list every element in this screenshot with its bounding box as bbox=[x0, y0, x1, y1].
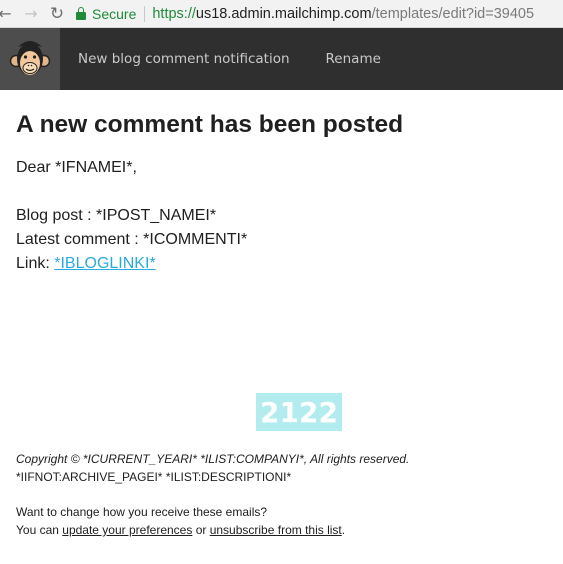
template-name-title[interactable]: New blog comment notification bbox=[78, 51, 290, 67]
link-line[interactable]: Link: *IBLOGLINKI* bbox=[16, 252, 556, 276]
url-path: /templates/edit?id=39405 bbox=[371, 5, 535, 22]
mailchimp-monkey-icon bbox=[9, 41, 51, 75]
url-scheme: https:// bbox=[152, 5, 196, 22]
rename-button[interactable]: Rename bbox=[326, 51, 381, 67]
address-bar[interactable]: https://us18.admin.mailchimp.com/templat… bbox=[152, 6, 534, 22]
logo-placeholder-image[interactable]: 2122 bbox=[256, 393, 342, 431]
archive-description-text[interactable]: *IIFNOT:ARCHIVE_PAGEI* *ILIST:DESCRIPTIO… bbox=[16, 468, 556, 486]
change-preferences-question[interactable]: Want to change how you receive these ema… bbox=[16, 503, 556, 521]
url-divider bbox=[144, 5, 146, 22]
mailchimp-logo[interactable] bbox=[0, 28, 60, 90]
update-preferences-link[interactable]: update your preferences bbox=[62, 523, 192, 537]
secure-label[interactable]: Secure bbox=[92, 6, 136, 22]
browser-toolbar: ← → ↻ Secure https://us18.admin.mailchim… bbox=[0, 0, 563, 28]
url-host: us18.admin.mailchimp.com bbox=[195, 5, 372, 22]
lock-icon[interactable] bbox=[76, 7, 86, 20]
preferences-line[interactable]: You can update your preferences or unsub… bbox=[16, 521, 556, 539]
forward-arrow-icon[interactable]: → bbox=[20, 0, 42, 28]
back-arrow-icon[interactable]: ← bbox=[0, 0, 16, 28]
copyright-text[interactable]: Copyright © *ICURRENT_YEARI* *ILIST:COMP… bbox=[16, 450, 556, 468]
link-label: Link: bbox=[16, 255, 55, 272]
latest-comment-line[interactable]: Latest comment : *ICOMMENTI* bbox=[16, 228, 556, 252]
prefs-suffix: . bbox=[341, 523, 346, 537]
blog-post-line[interactable]: Blog post : *IPOST_NAMEI* bbox=[16, 204, 556, 228]
blog-link[interactable]: *IBLOGLINKI* bbox=[54, 255, 155, 272]
prefs-or: or bbox=[192, 523, 210, 537]
email-heading[interactable]: A new comment has been posted bbox=[16, 110, 556, 140]
reload-icon[interactable]: ↻ bbox=[46, 0, 68, 28]
greeting-text[interactable]: Dear *IFNAMEI*, bbox=[16, 156, 556, 180]
email-footer: Copyright © *ICURRENT_YEARI* *ILIST:COMP… bbox=[16, 450, 556, 539]
unsubscribe-link[interactable]: unsubscribe from this list bbox=[210, 523, 342, 537]
prefs-prefix: You can bbox=[16, 523, 63, 537]
app-header: New blog comment notification Rename bbox=[0, 28, 563, 90]
email-preview: A new comment has been posted Dear *IFNA… bbox=[16, 90, 556, 276]
